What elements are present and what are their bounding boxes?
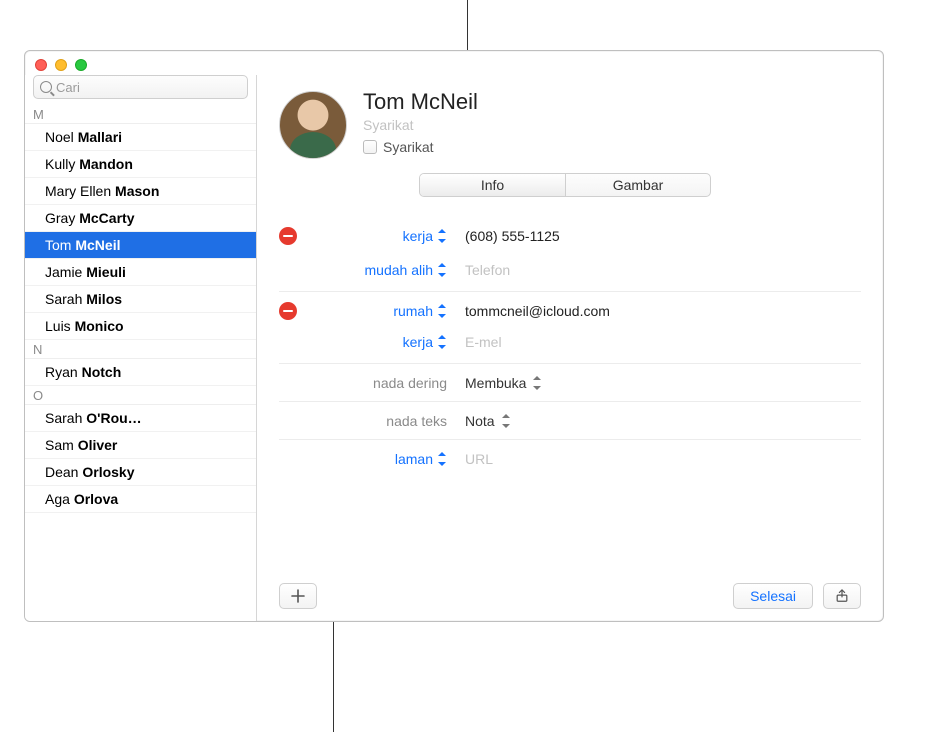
chevron-updown-icon <box>437 229 447 243</box>
contact-row[interactable]: Sarah O'Rou… <box>25 405 256 432</box>
contact-row[interactable]: Noel Mallari <box>25 124 256 151</box>
email-work-value[interactable]: E-mel <box>451 334 861 350</box>
contact-name-field[interactable]: Tom McNeil <box>363 89 861 115</box>
search-placeholder: Cari <box>56 80 80 95</box>
contact-row[interactable]: Sarah Milos <box>25 286 256 313</box>
phone-mobile-value[interactable]: Telefon <box>451 262 861 278</box>
section-header: M <box>25 105 256 124</box>
chevron-updown-icon <box>532 376 542 390</box>
phone-work-label-select[interactable]: kerja <box>303 228 451 244</box>
add-field-button[interactable] <box>279 583 317 609</box>
share-icon <box>835 589 849 603</box>
email-home-value[interactable]: tommcneil@icloud.com <box>451 303 861 319</box>
contact-row[interactable]: Mary Ellen Mason <box>25 178 256 205</box>
chevron-updown-icon <box>501 414 511 428</box>
contact-row[interactable]: Gray McCarty <box>25 205 256 232</box>
phone-work-value[interactable]: (608) 555-1125 <box>451 228 861 244</box>
share-button[interactable] <box>823 583 861 609</box>
company-field[interactable]: Syarikat <box>363 117 861 133</box>
contact-row[interactable]: Luis Monico <box>25 313 256 340</box>
contact-row[interactable]: Ryan Notch <box>25 359 256 386</box>
callout-line-top <box>467 0 468 50</box>
plus-icon <box>290 588 306 604</box>
search-input[interactable]: Cari <box>33 75 248 99</box>
contact-row[interactable]: Aga Orlova <box>25 486 256 513</box>
callout-line-bottom <box>333 622 334 732</box>
company-checkbox[interactable] <box>363 140 377 154</box>
search-icon <box>40 81 52 93</box>
contact-row[interactable]: Kully Mandon <box>25 151 256 178</box>
section-header: N <box>25 340 256 359</box>
chevron-updown-icon <box>437 452 447 466</box>
email-home-label-select[interactable]: rumah <box>303 303 451 319</box>
url-value[interactable]: URL <box>451 451 861 467</box>
remove-email-home-button[interactable] <box>279 302 297 320</box>
phone-mobile-label-select[interactable]: mudah alih <box>303 262 451 278</box>
texttone-select[interactable]: Nota <box>451 413 861 429</box>
zoom-window-button[interactable] <box>75 59 87 71</box>
chevron-updown-icon <box>437 335 447 349</box>
chevron-updown-icon <box>437 304 447 318</box>
tab-gambar[interactable]: Gambar <box>565 174 710 196</box>
contact-row[interactable]: Dean Orlosky <box>25 459 256 486</box>
url-label-select[interactable]: laman <box>303 451 451 467</box>
contacts-sidebar: Cari MNoel MallariKully MandonMary Ellen… <box>25 75 257 621</box>
contact-row[interactable]: Sam Oliver <box>25 432 256 459</box>
contacts-window: Cari MNoel MallariKully MandonMary Ellen… <box>24 50 884 622</box>
texttone-label: nada teks <box>303 413 451 429</box>
section-header: O <box>25 386 256 405</box>
ringtone-label: nada dering <box>303 375 451 391</box>
close-window-button[interactable] <box>35 59 47 71</box>
company-checkbox-label: Syarikat <box>383 139 434 155</box>
chevron-updown-icon <box>437 263 447 277</box>
avatar[interactable] <box>279 91 347 159</box>
done-button[interactable]: Selesai <box>733 583 813 609</box>
contact-list: MNoel MallariKully MandonMary Ellen Maso… <box>25 105 256 621</box>
contact-card: Tom McNeil Syarikat Syarikat Info Gambar… <box>257 75 883 621</box>
window-traffic-lights <box>25 51 883 75</box>
ringtone-select[interactable]: Membuka <box>451 375 861 391</box>
email-work-label-select[interactable]: kerja <box>303 334 451 350</box>
tab-info[interactable]: Info <box>420 174 565 196</box>
remove-phone-work-button[interactable] <box>279 227 297 245</box>
minimize-window-button[interactable] <box>55 59 67 71</box>
card-tabs: Info Gambar <box>419 173 711 197</box>
contact-row[interactable]: Jamie Mieuli <box>25 259 256 286</box>
contact-row[interactable]: Tom McNeil <box>25 232 256 259</box>
